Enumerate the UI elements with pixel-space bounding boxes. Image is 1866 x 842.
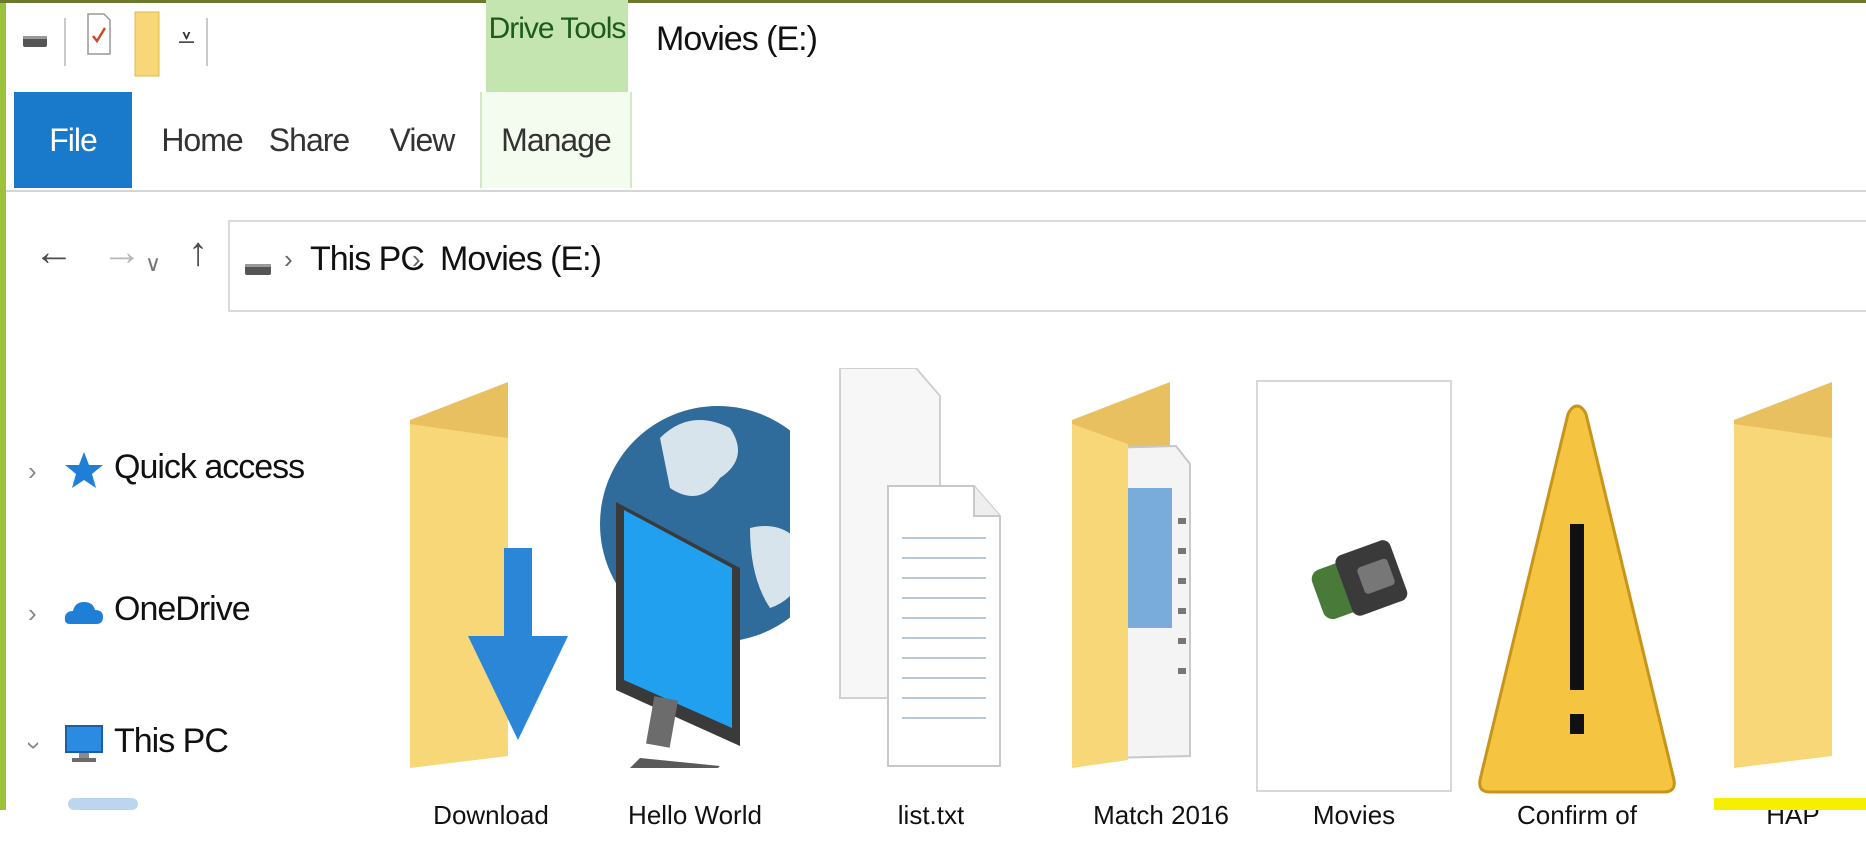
recent-locations-chevron-icon[interactable]: ∨ — [145, 244, 161, 284]
up-button[interactable]: ↑ — [188, 232, 208, 272]
document-icon — [839, 368, 1001, 767]
breadcrumb-this-pc[interactable]: This PC — [310, 240, 425, 279]
file-caption: Movies — [1312, 800, 1396, 830]
expand-chevron-icon[interactable]: › — [28, 456, 37, 487]
nav-subitem-partial[interactable] — [68, 798, 138, 810]
toolbar-separator — [206, 18, 208, 66]
file-caption: list.txt — [897, 800, 965, 830]
title-bar: ⩡ Drive Tools Movies (E:) — [6, 0, 1866, 92]
downloads-folder-icon — [410, 382, 568, 768]
selection-highlight — [1714, 798, 1866, 810]
file-item[interactable]: list.txt — [836, 368, 1026, 830]
collapse-chevron-icon[interactable]: › — [19, 741, 50, 750]
file-item[interactable]: Hello World — [600, 368, 790, 830]
folder-icon — [1734, 382, 1832, 768]
breadcrumb-movies[interactable]: Movies (E:) — [440, 240, 602, 279]
drive-tools-tab-group: Drive Tools — [486, 0, 628, 92]
nav-item-label: OneDrive — [114, 590, 251, 628]
breadcrumb-separator-icon[interactable]: › — [412, 244, 421, 275]
file-caption: Match 2016 — [1093, 800, 1229, 830]
star-icon — [65, 452, 103, 488]
file-item[interactable]: Download — [396, 368, 586, 830]
flash-drive-icon — [1256, 380, 1452, 792]
new-folder-icon[interactable] — [134, 10, 160, 78]
drive-icon — [23, 36, 47, 47]
file-caption: Hello World — [628, 800, 762, 830]
cloud-icon — [64, 602, 103, 624]
back-button[interactable]: ← — [34, 232, 74, 272]
computer-icon — [65, 725, 103, 762]
expand-chevron-icon[interactable]: › — [28, 598, 37, 629]
file-item[interactable]: Movies — [1256, 380, 1452, 830]
file-item[interactable]: Confirm of — [1474, 400, 1680, 842]
customize-toolbar-icon[interactable]: ⩡ — [178, 22, 195, 56]
nav-item-label: Quick access — [114, 448, 305, 486]
drive-tools-label: Drive Tools — [488, 12, 627, 45]
toolbar-separator — [64, 18, 66, 66]
tab-file[interactable]: File — [14, 92, 132, 188]
tab-view[interactable]: View — [380, 92, 464, 188]
ribbon-tabs: File Home Share View Manage — [6, 92, 1866, 192]
warning-icon — [1478, 404, 1676, 794]
tab-share[interactable]: Share — [264, 92, 354, 188]
window-title: Movies (E:) — [656, 20, 818, 58]
nav-item-label: This PC — [114, 722, 229, 760]
file-caption: Confirm of — [1517, 800, 1637, 830]
breadcrumb-separator-icon[interactable]: › — [284, 244, 293, 275]
file-item[interactable]: Match 2016 — [1066, 368, 1256, 830]
network-globe-icon — [600, 406, 790, 768]
drive-icon — [245, 264, 271, 275]
properties-icon[interactable] — [86, 12, 112, 56]
file-item[interactable]: HAP — [1720, 368, 1866, 830]
tab-manage[interactable]: Manage — [480, 92, 632, 188]
address-bar[interactable]: › This PC › Movies (E:) — [228, 220, 1866, 312]
document-folder-icon — [1072, 382, 1191, 768]
file-caption: Download — [433, 800, 549, 830]
forward-button[interactable]: → — [102, 232, 142, 272]
tab-home[interactable]: Home — [154, 92, 250, 188]
